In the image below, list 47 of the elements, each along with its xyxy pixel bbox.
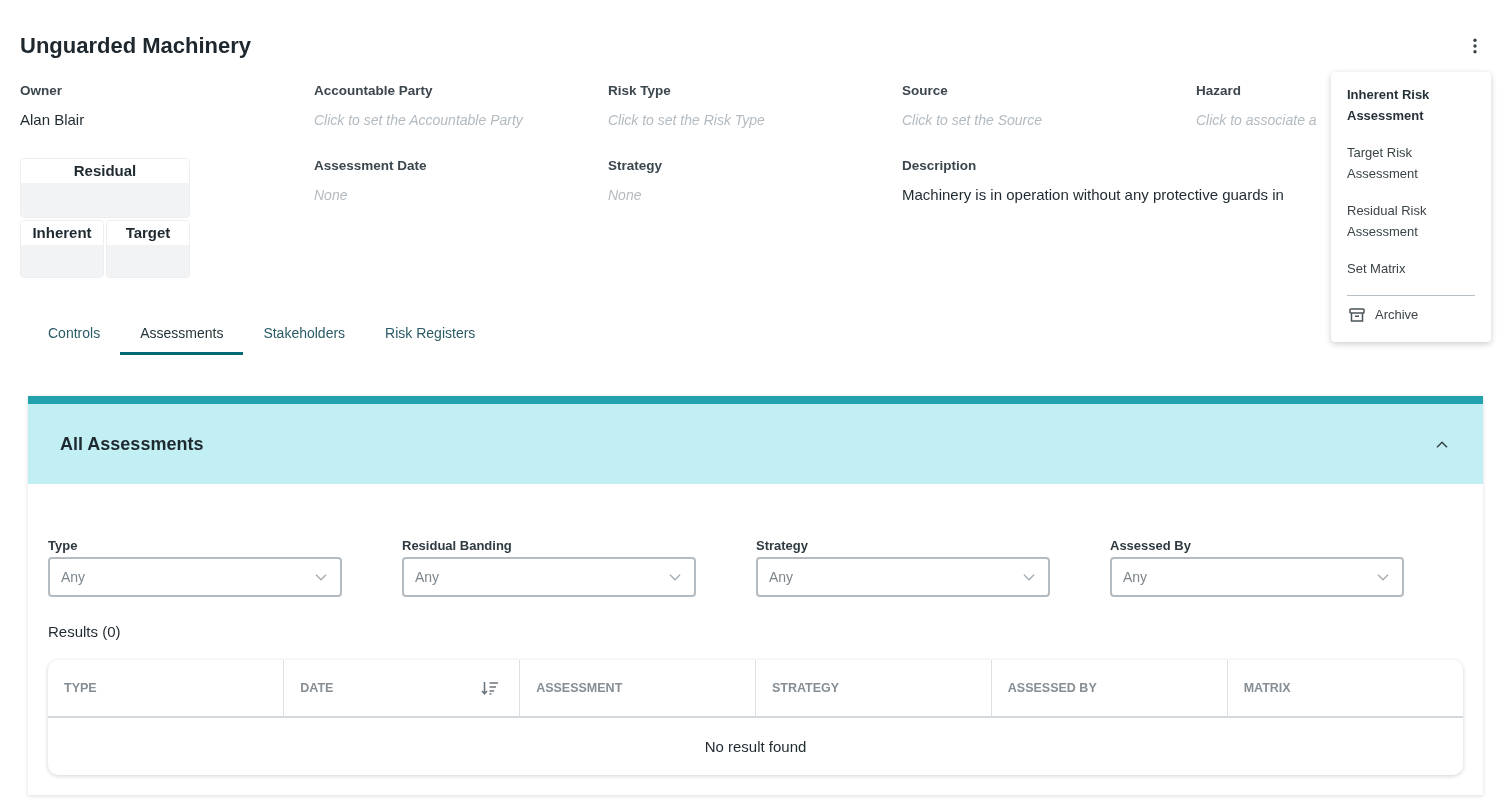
- tab[interactable]: Controls: [28, 314, 121, 355]
- empty-message: No result found: [704, 737, 807, 755]
- column-header: ASSESSMENT: [536, 681, 623, 695]
- field-placeholder[interactable]: Click to associate a: [1196, 110, 1317, 130]
- field-label: Strategy: [608, 158, 663, 174]
- menu-item[interactable]: Residual Risk Assessment: [1331, 192, 1491, 250]
- tab[interactable]: Stakeholders: [243, 314, 366, 355]
- select-field[interactable]: Any: [48, 557, 342, 597]
- card-title: All Assessments: [60, 433, 204, 455]
- tab[interactable]: Assessments: [120, 314, 244, 355]
- filter-label: Strategy: [756, 538, 809, 554]
- field-label: Accountable Party: [314, 83, 433, 99]
- column-header: STRATEGY: [772, 681, 840, 695]
- field-label: Source: [902, 83, 948, 99]
- page-title: Unguarded Machinery: [20, 32, 252, 60]
- menu-item[interactable]: Set Matrix: [1331, 250, 1491, 287]
- field-label: Owner: [20, 83, 62, 99]
- column-header: ASSESSED BY: [1007, 681, 1097, 695]
- field-label: Hazard: [1196, 83, 1241, 99]
- field-label: Assessment Date: [314, 158, 427, 174]
- select-field[interactable]: Any: [756, 557, 1050, 597]
- select-field[interactable]: Any: [1110, 557, 1404, 597]
- filter-label: Assessed By: [1110, 538, 1191, 554]
- field-placeholder[interactable]: Click to set the Source: [902, 110, 1043, 130]
- field-label: Risk Type: [608, 83, 671, 99]
- results-count: Results (0): [48, 622, 121, 642]
- field-placeholder[interactable]: None: [608, 185, 642, 205]
- column-header: DATE: [300, 681, 334, 695]
- kebab-icon[interactable]: [1473, 38, 1477, 54]
- column-header: TYPE: [64, 681, 97, 695]
- filter-label: Type: [48, 538, 78, 554]
- field-value: Machinery is in operation without any protective guards in: [902, 185, 1284, 205]
- menu-item[interactable]: Target Risk Assessment: [1331, 134, 1491, 192]
- archive-icon[interactable]: [1349, 307, 1365, 322]
- chevron-up-icon[interactable]: [1436, 440, 1448, 448]
- field-label: Description: [902, 158, 977, 174]
- field-placeholder[interactable]: Click to set the Risk Type: [608, 110, 765, 130]
- field-value: Alan Blair: [20, 110, 85, 130]
- sort-icon[interactable]: [481, 681, 500, 695]
- menu-item[interactable]: Archive: [1331, 296, 1491, 333]
- select-field[interactable]: Any: [402, 557, 696, 597]
- filter-label: Residual Banding: [402, 538, 512, 554]
- field-placeholder[interactable]: None: [314, 185, 348, 205]
- field-placeholder[interactable]: Click to set the Accountable Party: [314, 110, 523, 130]
- menu-item[interactable]: Inherent Risk Assessment: [1331, 76, 1491, 134]
- tab[interactable]: Risk Registers: [365, 314, 496, 355]
- column-header: MATRIX: [1243, 681, 1291, 695]
